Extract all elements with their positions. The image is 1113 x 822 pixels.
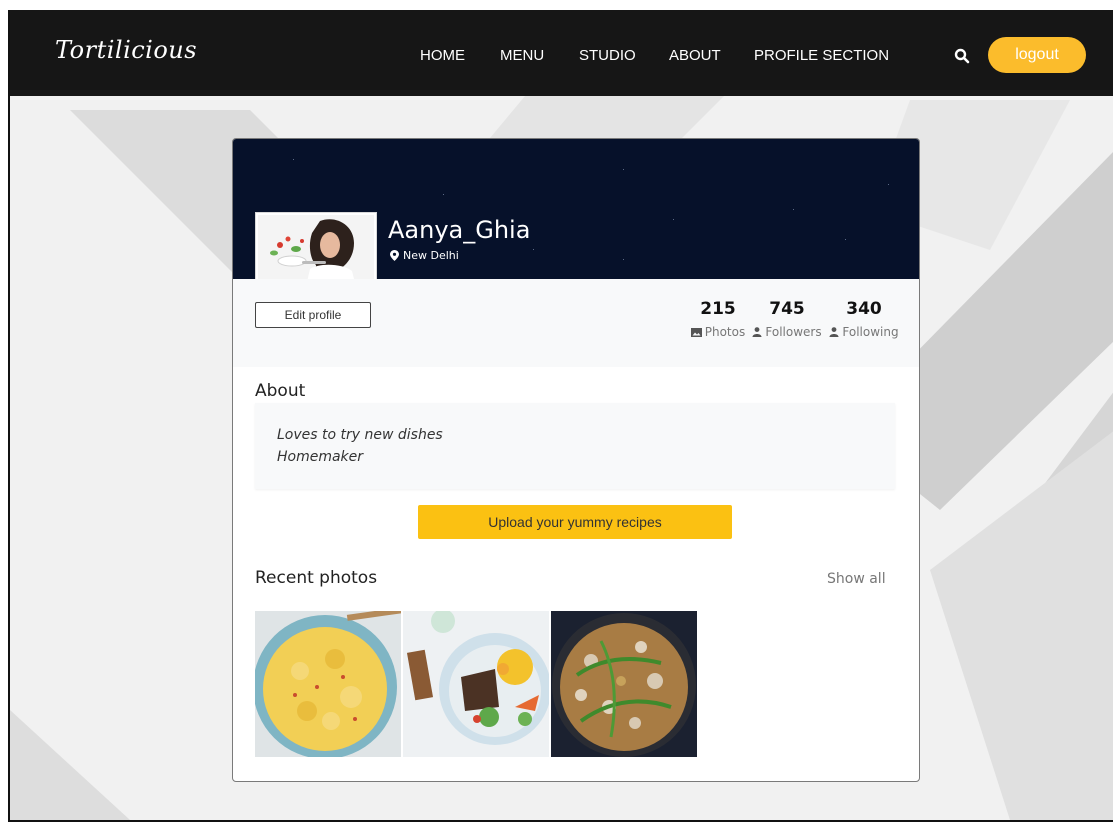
about-line: Loves to try new dishes: [277, 427, 443, 443]
breakfast-bowl-photo: [403, 611, 549, 757]
user-icon: [829, 327, 839, 337]
stat-following-text: Following: [842, 325, 899, 339]
stat-following-count: 340: [846, 299, 882, 319]
profile-username: Aanya_Ghia: [388, 216, 531, 244]
search-icon[interactable]: [954, 48, 970, 64]
brand-logo[interactable]: Tortilicious: [55, 36, 197, 64]
profile-card: Aanya_Ghia New Delhi Edit profile 215 Ph…: [232, 138, 920, 782]
pasta-photo: [255, 611, 401, 757]
nav-menu[interactable]: MENU: [500, 47, 544, 64]
location-text: New Delhi: [403, 249, 459, 262]
nav-studio[interactable]: STUDIO: [579, 47, 636, 64]
photo-icon: [690, 327, 702, 337]
recent-photo-pasta[interactable]: [255, 611, 401, 757]
profile-location: New Delhi: [390, 249, 459, 262]
stat-photos-count: 215: [700, 299, 736, 319]
stat-photos[interactable]: 215 Photos: [688, 299, 748, 339]
recent-photo-breakfast[interactable]: [403, 611, 549, 757]
upload-recipes-button[interactable]: Upload your yummy recipes: [418, 505, 732, 539]
location-pin-icon: [390, 250, 399, 261]
stat-following[interactable]: 340 Following: [829, 299, 899, 339]
show-all-link[interactable]: Show all: [827, 571, 886, 587]
about-line: Homemaker: [277, 449, 364, 465]
stat-followers[interactable]: 745 Followers: [751, 299, 823, 339]
nav-about[interactable]: ABOUT: [669, 47, 721, 64]
nav-home[interactable]: HOME: [420, 47, 465, 64]
profile-stats-bar: Edit profile 215 Photos 745 Followers 34…: [233, 279, 919, 367]
navbar: Tortilicious HOME MENU STUDIO ABOUT PROF…: [10, 10, 1113, 96]
mushroom-omelette-photo: [551, 611, 697, 757]
about-heading: About: [255, 381, 306, 401]
stat-followers-text: Followers: [765, 325, 822, 339]
user-icon: [752, 327, 762, 337]
about-box: Loves to try new dishes Homemaker: [255, 403, 895, 489]
nav-profile-section[interactable]: PROFILE SECTION: [754, 47, 889, 64]
recent-photos-heading: Recent photos: [255, 568, 378, 588]
stat-followers-count: 745: [769, 299, 805, 319]
edit-profile-button[interactable]: Edit profile: [255, 302, 371, 328]
stat-followers-label: Followers: [751, 325, 823, 339]
stat-photos-label: Photos: [688, 325, 748, 339]
logout-button[interactable]: logout: [988, 37, 1086, 73]
stat-photos-text: Photos: [704, 325, 746, 339]
app-frame: Tortilicious HOME MENU STUDIO ABOUT PROF…: [8, 10, 1113, 822]
recent-photo-omelette[interactable]: [551, 611, 697, 757]
stat-following-label: Following: [829, 325, 899, 339]
